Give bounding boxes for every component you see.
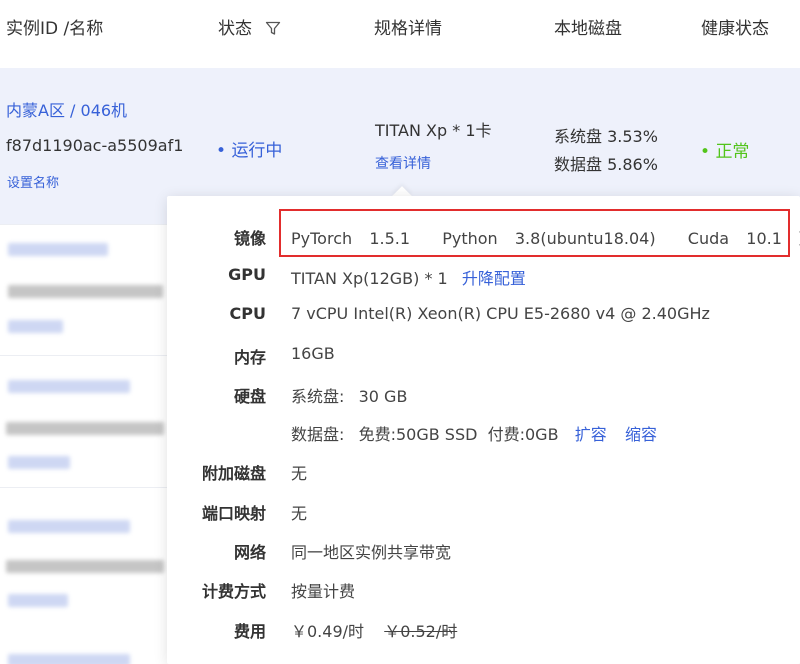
status-running: • 运行中 — [216, 136, 282, 161]
obscured-row — [0, 225, 170, 355]
header-health: 健康状态 — [701, 19, 769, 39]
expand-disk-link[interactable]: 扩容 — [575, 425, 607, 444]
filter-icon[interactable] — [265, 20, 281, 36]
port-mapping-label: 端口映射 — [201, 504, 266, 523]
system-disk-usage: 系统盘 3.53% — [554, 127, 658, 146]
network-value: 同一地区实例共享带宽 — [291, 543, 452, 562]
resize-config-link[interactable]: 升降配置 — [462, 269, 526, 288]
data-disk-usage: 数据盘 5.86% — [554, 155, 658, 174]
gpu-model: TITAN Xp(12GB) * 1 — [291, 269, 448, 288]
shrink-disk-link[interactable]: 缩容 — [625, 425, 657, 444]
image-label: 镜像 — [233, 229, 266, 248]
extra-disk-value: 无 — [291, 464, 308, 483]
instance-id: f87d1190ac-a5509af1 — [6, 136, 184, 155]
memory-value: 16GB — [291, 344, 335, 363]
status-dot-icon: • — [216, 141, 227, 161]
data-disk-value: 免费:50GB SSD 付费:0GB — [358, 425, 559, 444]
fee-value: ￥0.49/时 ￥0.52/时 — [291, 618, 457, 642]
header-spec: 规格详情 — [374, 19, 442, 39]
fee-original: ￥0.52/时 — [384, 622, 458, 641]
set-name-link[interactable]: 设置名称 — [7, 172, 59, 191]
system-disk-value: 30 GB — [358, 387, 408, 406]
data-disk-label: 数据盘: — [291, 425, 345, 444]
memory-label: 内存 — [233, 348, 266, 367]
header-status-label: 状态 — [218, 19, 252, 39]
data-disk-size: 数据盘: 免费:50GB SSD 付费:0GB 扩容 缩容 — [291, 421, 657, 445]
system-disk-label: 系统盘: — [291, 387, 345, 406]
view-details-link[interactable]: 查看详情 — [375, 153, 431, 173]
health-ok: • 正常 — [700, 137, 749, 162]
health-label: 正常 — [715, 142, 750, 162]
system-disk-size: 系统盘: 30 GB — [291, 383, 407, 407]
obscured-row — [0, 640, 170, 664]
fee-current: ￥0.49/时 — [291, 622, 365, 641]
header-status[interactable]: 状态 — [218, 14, 281, 39]
header-instance: 实例ID /名称 — [6, 19, 104, 39]
header-disk: 本地磁盘 — [554, 19, 622, 39]
table-header: 实例ID /名称 状态 规格详情 本地磁盘 健康状态 — [0, 0, 800, 68]
obscured-row — [0, 488, 170, 618]
gpu-value: TITAN Xp(12GB) * 1 升降配置 — [291, 265, 526, 289]
billing-label: 计费方式 — [201, 582, 266, 601]
gpu-spec: TITAN Xp * 1卡 — [375, 121, 492, 140]
port-mapping-value: 无 — [291, 504, 308, 523]
status-label: 运行中 — [231, 141, 283, 161]
disk-label: 硬盘 — [233, 387, 266, 406]
obscured-row — [0, 356, 170, 486]
cpu-label: CPU — [229, 304, 266, 323]
cpu-value: 7 vCPU Intel(R) Xeon(R) CPU E5-2680 v4 @… — [291, 304, 710, 323]
health-dot-icon: • — [700, 142, 711, 162]
region-link[interactable]: 内蒙A区 / 046机 — [6, 97, 127, 121]
highlight-box — [279, 209, 790, 257]
fee-label: 费用 — [233, 622, 266, 641]
billing-value: 按量计费 — [291, 582, 356, 601]
extra-disk-label: 附加磁盘 — [201, 464, 266, 483]
network-label: 网络 — [233, 543, 266, 562]
gpu-label: GPU — [228, 265, 266, 284]
